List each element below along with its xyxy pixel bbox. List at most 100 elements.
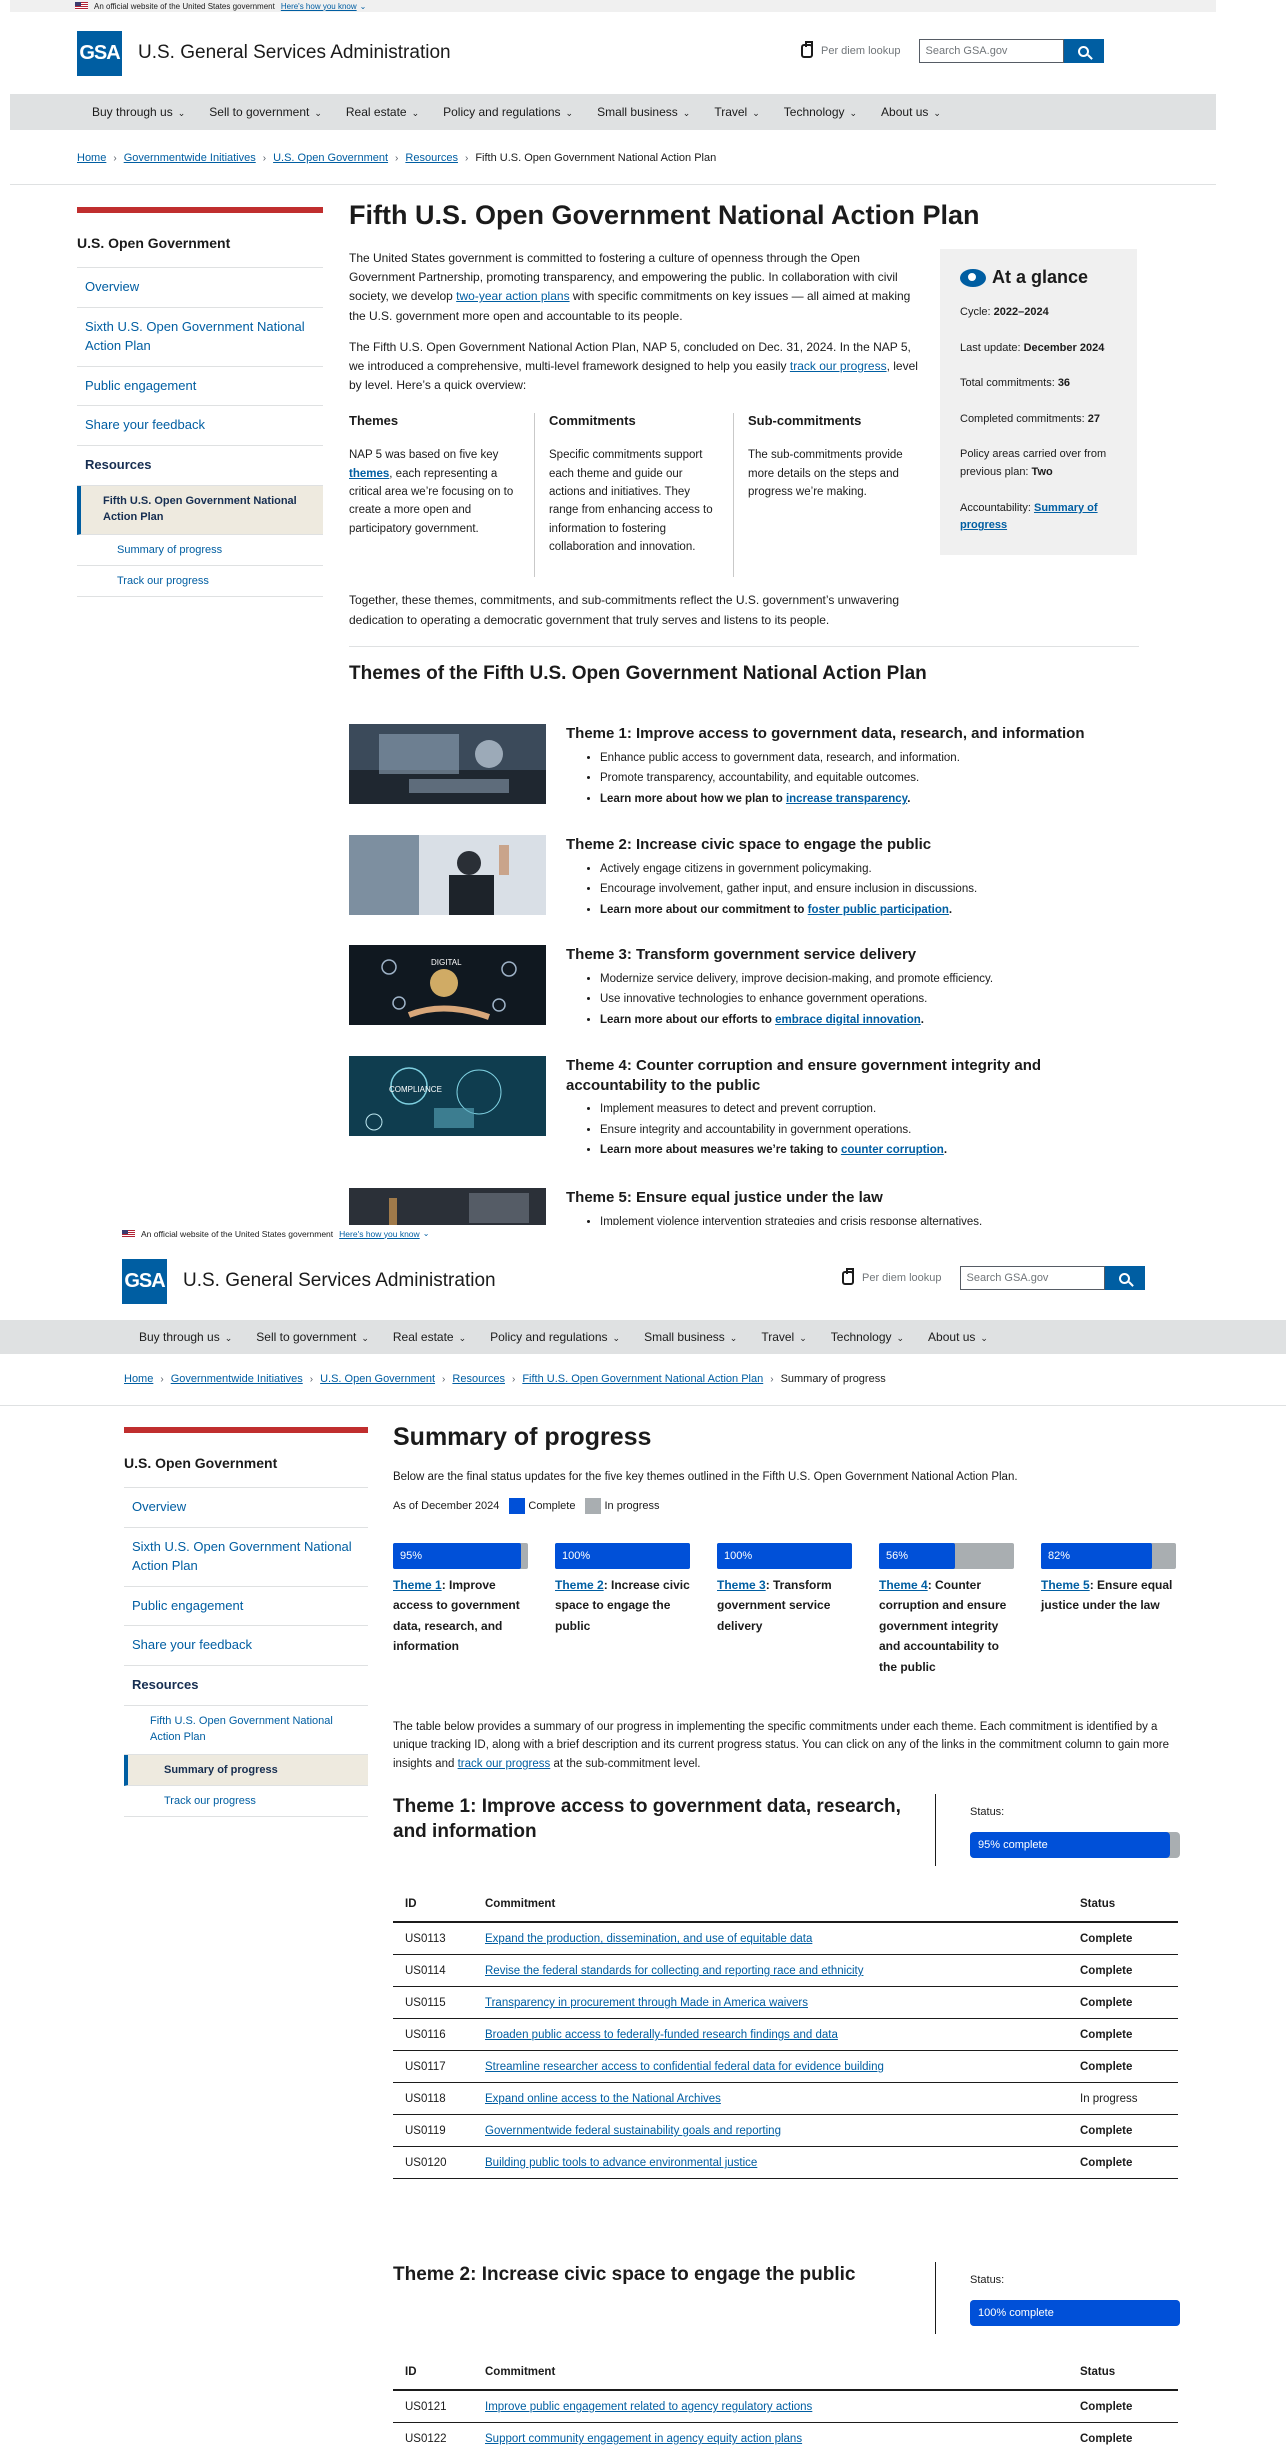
crumb-home[interactable]: Home: [124, 1373, 153, 1385]
sidenav-sixth-nap[interactable]: Sixth U.S. Open Government National Acti…: [124, 1528, 368, 1587]
as-of-date: As of December 2024: [393, 1500, 500, 1513]
commitment-link[interactable]: Governmentwide federal sustainability go…: [485, 2125, 781, 2137]
sidenav-track[interactable]: Track our progress: [77, 566, 323, 597]
crumb-resources[interactable]: Resources: [405, 152, 458, 164]
crumb-gov-initiatives[interactable]: Governmentwide Initiatives: [124, 152, 256, 164]
nav-small-business[interactable]: Small business ⌄: [644, 1330, 737, 1344]
counter-corruption-link[interactable]: counter corruption: [841, 1144, 944, 1156]
intro-paragraph: Below are the final status updates for t…: [393, 1471, 1018, 1483]
commitment-link[interactable]: Expand the production, dissemination, an…: [485, 1933, 812, 1945]
sidenav-resources[interactable]: Resources: [77, 446, 323, 487]
track-progress-link[interactable]: track our progress: [790, 359, 887, 373]
commitment-link[interactable]: Revise the federal standards for collect…: [485, 1965, 863, 1977]
theme-link[interactable]: Theme 4: [879, 1578, 928, 1592]
sidenav-feedback[interactable]: Share your feedback: [77, 406, 323, 447]
sidenav-track[interactable]: Track our progress: [124, 1786, 368, 1817]
sidenav-overview[interactable]: Overview: [124, 1488, 368, 1528]
commitment-link[interactable]: Transparency in procurement through Made…: [485, 1997, 808, 2009]
progress-label: Theme 5: Ensure equal justice under the …: [1041, 1578, 1173, 1613]
sidenav-accent: [124, 1427, 368, 1433]
theme-link[interactable]: Theme 5: [1041, 1578, 1090, 1592]
commitment-link[interactable]: Broaden public access to federally-funde…: [485, 2029, 838, 2041]
col-heading: Commitments: [549, 413, 636, 429]
search-input[interactable]: Search GSA.gov: [959, 1266, 1105, 1290]
gsa-logo[interactable]: GSA: [77, 30, 122, 76]
theme-link[interactable]: Theme 2: [555, 1578, 604, 1592]
per-diem-link[interactable]: Per diem lookup: [801, 41, 901, 58]
commitment-link[interactable]: Expand online access to the National Arc…: [485, 2093, 721, 2105]
how-you-know-link[interactable]: Here's how you know: [339, 1229, 420, 1239]
foster-participation-link[interactable]: foster public participation: [808, 904, 949, 916]
sidenav-feedback[interactable]: Share your feedback: [124, 1626, 368, 1667]
how-you-know-link[interactable]: Here's how you know: [281, 2, 357, 11]
sidenav-sixth-nap[interactable]: Sixth U.S. Open Government National Acti…: [77, 308, 323, 367]
nav-about[interactable]: About us ⌄: [928, 1330, 988, 1344]
table-row: US0121 Improve public engagement related …: [393, 2390, 1178, 2423]
nav-buy[interactable]: Buy through us ⌄: [92, 105, 185, 119]
sidenav-summary[interactable]: Summary of progress: [77, 535, 323, 566]
sidenav-resources[interactable]: Resources: [124, 1666, 368, 1707]
commitment-link[interactable]: Streamline researcher access to confiden…: [485, 2061, 884, 2073]
progress-percent: 100%: [724, 1550, 753, 1562]
col-commitments: Commitments Specific commitments support…: [534, 413, 733, 578]
sidenav-public-engagement[interactable]: Public engagement: [124, 1587, 368, 1627]
nav-technology[interactable]: Technology ⌄: [784, 105, 857, 119]
sidenav-overview[interactable]: Overview: [77, 268, 323, 308]
nav-policy[interactable]: Policy and regulations ⌄: [490, 1330, 620, 1344]
nav-travel[interactable]: Travel ⌄: [761, 1330, 806, 1344]
themes-heading: Themes of the Fifth U.S. Open Government…: [349, 662, 927, 684]
theme-1-status-bar: 95% complete: [970, 1832, 1180, 1858]
table-intro: The table below provides a summary of ou…: [393, 1721, 1170, 1770]
site-title[interactable]: U.S. General Services Administration: [183, 1270, 496, 1292]
nav-technology[interactable]: Technology ⌄: [831, 1330, 904, 1344]
commitment-link[interactable]: Improve public engagement related to age…: [485, 2401, 812, 2413]
sidenav-public-engagement[interactable]: Public engagement: [77, 367, 323, 407]
gsa-logo[interactable]: GSA: [122, 1258, 167, 1304]
crumb-gov-initiatives[interactable]: Governmentwide Initiatives: [171, 1373, 303, 1385]
row-status: Complete: [1068, 1986, 1178, 2019]
per-diem-link[interactable]: Per diem lookup: [842, 1268, 942, 1285]
crumb-open-gov[interactable]: U.S. Open Government: [273, 152, 388, 164]
nav-buy[interactable]: Buy through us ⌄: [139, 1330, 232, 1344]
track-progress-link[interactable]: track our progress: [458, 1758, 551, 1770]
sidenav-title: U.S. Open Government: [124, 1433, 368, 1488]
nav-sell[interactable]: Sell to government ⌄: [209, 105, 322, 119]
sidenav-fifth-nap[interactable]: Fifth U.S. Open Government National Acti…: [124, 1706, 368, 1755]
increase-transparency-link[interactable]: increase transparency: [786, 793, 907, 805]
legend-complete-swatch: [509, 1498, 526, 1515]
search-input[interactable]: Search GSA.gov: [918, 39, 1064, 63]
sidenav-fifth-nap[interactable]: Fifth U.S. Open Government National Acti…: [77, 486, 323, 535]
theme-title: Theme 4: Counter corruption and ensure g…: [566, 1057, 1042, 1094]
nav-real-estate[interactable]: Real estate ⌄: [346, 105, 419, 119]
status-text: 95% complete: [978, 1839, 1048, 1851]
nav-policy[interactable]: Policy and regulations ⌄: [443, 105, 573, 119]
crumb-fifth-nap[interactable]: Fifth U.S. Open Government National Acti…: [522, 1373, 763, 1385]
search-button[interactable]: [1063, 39, 1104, 63]
sidenav-summary[interactable]: Summary of progress: [124, 1754, 368, 1786]
nav-about[interactable]: About us ⌄: [881, 105, 941, 119]
page-title: Summary of progress: [393, 1423, 652, 1451]
theme-link[interactable]: Theme 3: [717, 1578, 766, 1592]
site-title[interactable]: U.S. General Services Administration: [138, 42, 451, 64]
digital-innovation-link[interactable]: embrace digital innovation: [775, 1014, 921, 1026]
theme-4-row: COMPLIANCE Theme 4: Counter corruption a…: [349, 1056, 1149, 1161]
theme-link[interactable]: Theme 1: [393, 1578, 442, 1592]
search-button[interactable]: [1104, 1266, 1145, 1290]
theme-title: Theme 1: Improve access to government da…: [566, 725, 1085, 742]
commitment-link[interactable]: Building public tools to advance environ…: [485, 2157, 757, 2169]
nav-real-estate[interactable]: Real estate ⌄: [393, 1330, 466, 1344]
together-paragraph: Together, these themes, commitments, and…: [349, 593, 900, 627]
nav-travel[interactable]: Travel ⌄: [714, 105, 759, 119]
crumb-home[interactable]: Home: [77, 152, 106, 164]
row-id: US0115: [393, 1986, 473, 2019]
crumb-resources[interactable]: Resources: [452, 1373, 505, 1385]
intro-paragraph-2: The Fifth U.S. Open Government National …: [349, 339, 918, 393]
action-plans-link[interactable]: two-year action plans: [456, 289, 569, 303]
at-a-glance-box: At a glance Cycle: 2022–2024 Last update…: [940, 249, 1137, 555]
crumb-open-gov[interactable]: U.S. Open Government: [320, 1373, 435, 1385]
divider: [10, 184, 1216, 185]
themes-link[interactable]: themes: [349, 468, 389, 480]
commitment-link[interactable]: Support community engagement in agency e…: [485, 2433, 802, 2445]
nav-sell[interactable]: Sell to government ⌄: [256, 1330, 369, 1344]
nav-small-business[interactable]: Small business ⌄: [597, 105, 690, 119]
